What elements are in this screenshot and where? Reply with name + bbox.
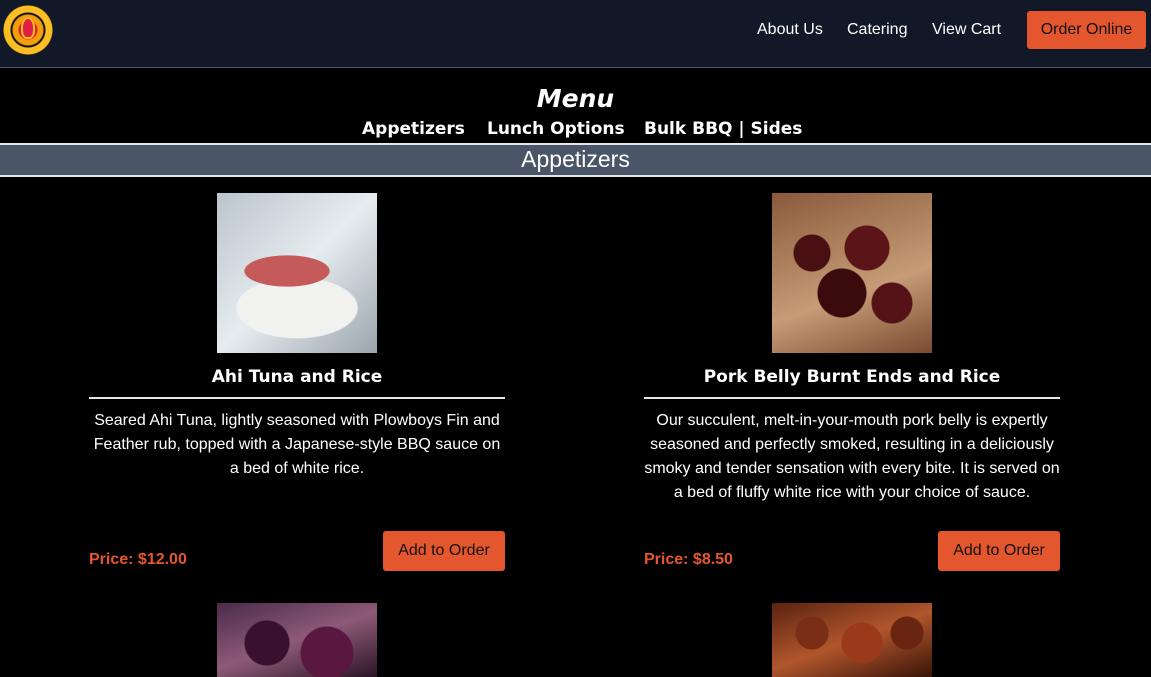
category-appetizers[interactable]: Appetizers: [362, 119, 465, 139]
nav-catering[interactable]: Catering: [847, 20, 907, 40]
category-bulk-bbq-sides[interactable]: Bulk BBQ | Sides: [644, 119, 802, 139]
menu-item-image: [217, 603, 377, 677]
ahi-tuna-image: [217, 193, 377, 353]
menu-item-name: Pork Belly Burnt Ends and Rice: [644, 367, 1060, 399]
menu-item-price: Price: $12.00: [89, 551, 187, 568]
menu-item-card: Pork Belly Burnt Ends and Rice Our succu…: [644, 193, 1060, 571]
top-navbar: About Us Catering View Cart Order Online: [0, 0, 1151, 68]
menu-item-image: [772, 603, 932, 677]
order-online-button[interactable]: Order Online: [1027, 11, 1146, 49]
section-title: Appetizers: [0, 143, 1151, 177]
add-to-order-button[interactable]: Add to Order: [938, 531, 1060, 571]
add-to-order-button[interactable]: Add to Order: [383, 531, 505, 571]
menu-item-card: Ahi Tuna and Rice Seared Ahi Tuna, light…: [89, 193, 505, 571]
nav-about-us[interactable]: About Us: [757, 20, 823, 40]
menu-item-description: Seared Ahi Tuna, lightly seasoned with P…: [93, 412, 501, 477]
menu-title: Menu: [536, 84, 615, 113]
logo-icon[interactable]: [3, 5, 53, 55]
menu-item-price: Price: $8.50: [644, 551, 733, 568]
menu-item-name: Ahi Tuna and Rice: [89, 367, 505, 399]
menu-item-description: Our succulent, melt-in-your-mouth pork b…: [644, 412, 1060, 501]
category-lunch-options[interactable]: Lunch Options: [487, 119, 625, 139]
pork-belly-image: [772, 193, 932, 353]
nav-view-cart[interactable]: View Cart: [932, 20, 1001, 40]
